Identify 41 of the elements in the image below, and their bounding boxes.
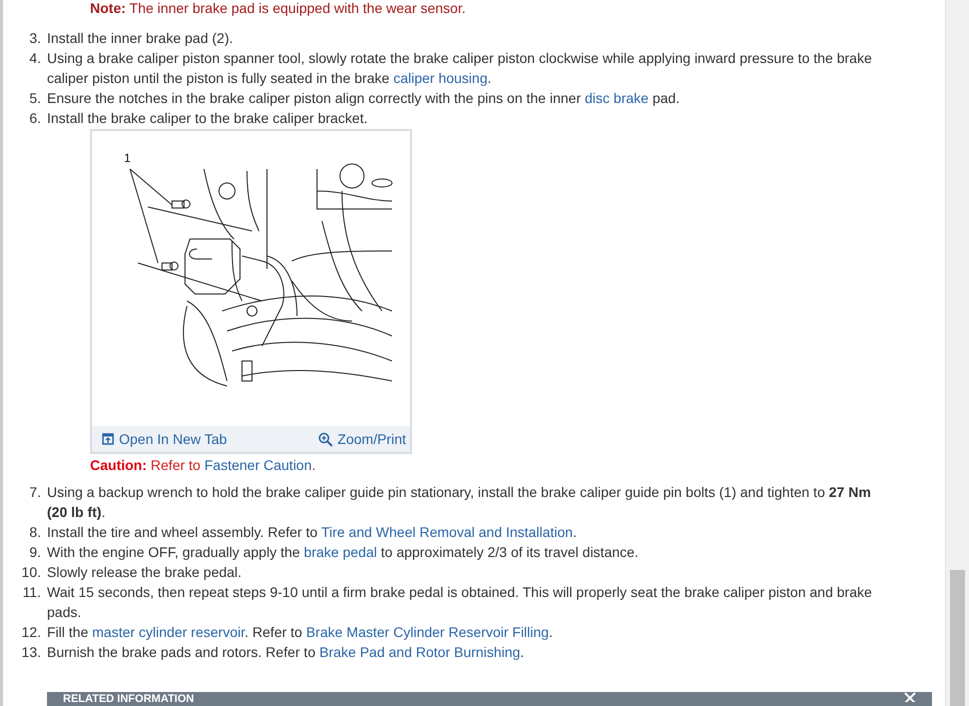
inline-link[interactable]: brake pedal [304, 544, 377, 560]
step-text: Install the brake caliper to the brake caliper bracket. [47, 109, 369, 128]
caution-text: Caution: Refer to Fastener Caution. [90, 456, 317, 475]
step-text: Install the tire and wheel assembly. Refer to Tire and Wheel Removal and Installation. [47, 523, 578, 542]
inline-link[interactable]: Fastener Caution [204, 457, 312, 473]
zoom-icon [318, 432, 333, 446]
step-text: Using a brake caliper piston spanner tool, slowly rotate the brake caliper piston clockwise while applying inward pressure to the brake caliper piston until the piston is fully seated in the brake caliper housing. [47, 49, 873, 88]
step-text: Fill the master cylinder reservoir. Refer to Brake Master Cylinder Reservoir Filling. [47, 623, 554, 642]
step-number: 6. [28, 109, 42, 128]
scrollbar-thumb[interactable] [950, 570, 965, 706]
step-text: With the engine OFF, gradually apply the brake pedal to approximately 2/3 of its travel distance. [47, 543, 640, 562]
step-number: 4. [28, 49, 42, 68]
step-text: Ensure the notches in the brake caliper piston align correctly with the pins on the inner disc brake pad. [47, 89, 681, 108]
open-new-tab-link[interactable]: Open In New Tab [102, 431, 227, 447]
new-tab-icon [102, 433, 114, 445]
step-number: 11. [22, 583, 42, 602]
inline-link[interactable]: caliper housing [393, 70, 488, 86]
step-text: Install the inner brake pad (2). [47, 29, 234, 48]
step-number: 5. [28, 89, 42, 108]
inline-link[interactable]: Brake Master Cylinder Reservoir Filling [306, 624, 549, 640]
close-icon[interactable] [904, 692, 916, 702]
step-number: 13. [20, 643, 42, 662]
step-number: 8. [28, 523, 42, 542]
section-title: RELATED INFORMATION [63, 692, 194, 706]
inline-link[interactable]: Tire and Wheel Removal and Installation [321, 524, 573, 540]
scrollbar[interactable] [945, 0, 969, 706]
step-number: 10. [20, 563, 42, 582]
step-text: Burnish the brake pads and rotors. Refer to Brake Pad and Rotor Burnishing. [47, 643, 526, 662]
step-text: Using a backup wrench to hold the brake caliper guide pin stationary, install the brake caliper guide pin bolts (1) and tighten to 27 Nm (20 lb ft). [47, 483, 872, 522]
step-number: 9. [28, 543, 42, 562]
step-text: Wait 15 seconds, then repeat steps 9-10 until a firm brake pedal is obtained. This will properly seat the brake caliper piston and brake pads. [47, 583, 873, 622]
note-text: Note: The inner brake pad is equipped with the wear sensor. [90, 0, 467, 16]
inline-link[interactable]: disc brake [584, 90, 649, 106]
step-number: 3. [28, 29, 42, 48]
callout-label: 1 [124, 151, 131, 165]
zoom-print-link[interactable]: Zoom/Print [318, 431, 406, 447]
inline-link[interactable]: Brake Pad and Rotor Burnishing [319, 644, 520, 660]
inline-link[interactable]: master cylinder reservoir [92, 624, 245, 640]
step-text: Slowly release the brake pedal. [47, 563, 243, 582]
step-number: 12. [20, 623, 42, 642]
step-number: 7. [28, 483, 42, 502]
